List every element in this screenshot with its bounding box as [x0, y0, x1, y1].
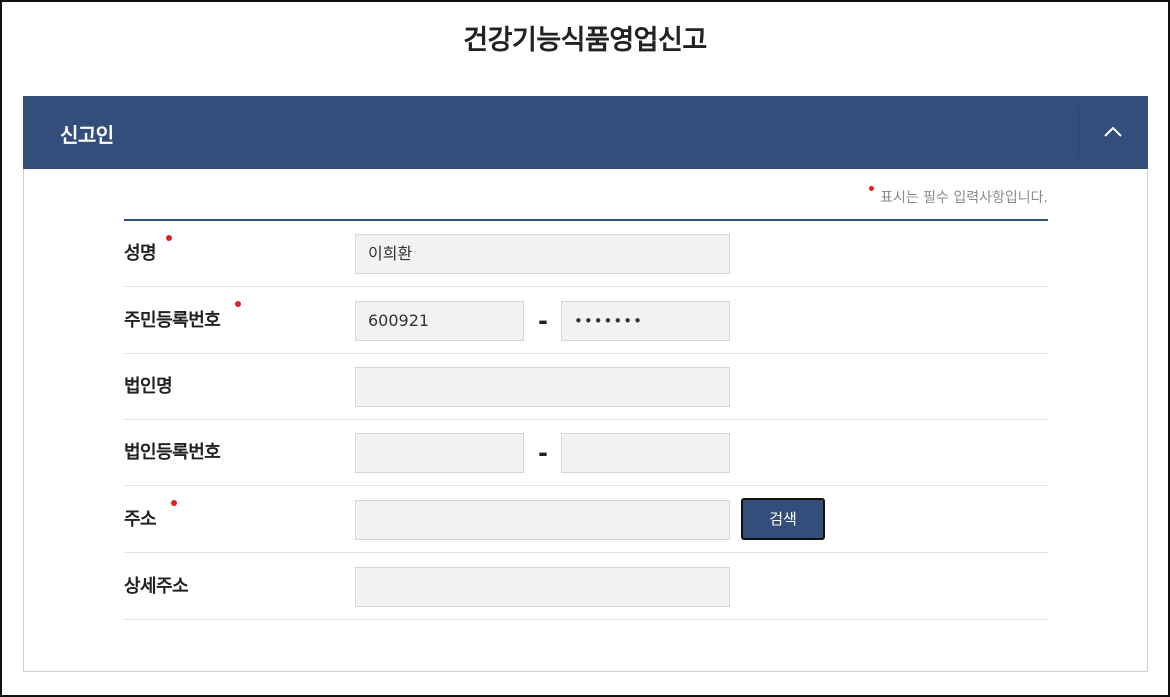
reporter-section: 신고인 표시는 필수 입력사항입니다. 성명 이희환 주민등록번호 600921… — [23, 96, 1148, 672]
required-dot-icon — [235, 301, 241, 307]
chevron-up-icon — [1104, 126, 1122, 137]
corp-name-label: 법인명 — [124, 376, 173, 397]
resident-no-front-field[interactable]: 600921 — [355, 301, 524, 341]
form-row-resident-no: 주민등록번호 600921 - ••••••• — [124, 288, 1048, 354]
required-note: 표시는 필수 입력사항입니다. — [724, 186, 1048, 207]
address-search-button[interactable]: 검색 — [741, 498, 825, 540]
required-note-text: 표시는 필수 입력사항입니다. — [880, 190, 1048, 206]
section-header: 신고인 — [23, 96, 1148, 169]
form-row-address-detail: 상세주소 — [124, 554, 1048, 620]
resident-no-back-field[interactable]: ••••••• — [561, 301, 730, 341]
name-label: 성명 — [124, 243, 157, 264]
corp-reg-no-back-field[interactable] — [561, 433, 730, 473]
corp-name-field[interactable] — [355, 367, 730, 407]
address-detail-label: 상세주소 — [124, 576, 189, 597]
required-dot-icon — [166, 235, 172, 241]
address-label: 주소 — [124, 509, 157, 530]
name-field[interactable]: 이희환 — [355, 234, 730, 274]
collapse-button[interactable] — [1079, 96, 1148, 169]
form-row-address: 주소 검색 — [124, 487, 1048, 553]
section-title: 신고인 — [60, 123, 114, 147]
corp-reg-no-front-field[interactable] — [355, 433, 524, 473]
form-row-corp-name: 법인명 — [124, 354, 1048, 420]
required-dot-icon — [171, 500, 177, 506]
form-row-corp-reg-no: 법인등록번호 - — [124, 420, 1048, 486]
resident-no-label: 주민등록번호 — [124, 310, 221, 331]
resident-no-separator: - — [538, 307, 548, 335]
address-field[interactable] — [355, 500, 730, 540]
corp-reg-no-label: 법인등록번호 — [124, 442, 221, 463]
page-title: 건강기능식품영업신고 — [463, 25, 707, 56]
corp-reg-no-separator: - — [538, 439, 548, 467]
required-dot-icon — [869, 186, 875, 191]
address-detail-field[interactable] — [355, 567, 730, 607]
form-row-name: 성명 이희환 — [124, 221, 1048, 287]
